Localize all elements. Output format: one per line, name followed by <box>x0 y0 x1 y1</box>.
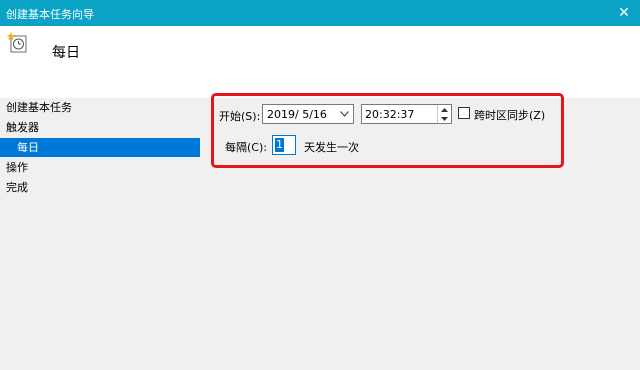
recur-interval-value: 1 <box>275 138 284 152</box>
start-time-value: 20:32:37 <box>365 108 415 121</box>
spin-up-icon[interactable] <box>438 105 451 114</box>
recur-label: 每隔(C): <box>225 141 267 154</box>
page-title: 每日 <box>52 45 80 61</box>
start-time-field[interactable]: 20:32:37 <box>361 104 452 124</box>
task-scheduler-icon <box>6 32 27 53</box>
sync-timezone-checkbox[interactable] <box>458 107 470 119</box>
spin-down-icon[interactable] <box>438 114 451 123</box>
time-spinner[interactable] <box>437 105 451 123</box>
sync-timezone-label[interactable]: 跨时区同步(Z) <box>474 107 545 123</box>
wizard-steps: 创建基本任务 触发器 每日 操作 完成 <box>0 98 200 370</box>
start-date-picker[interactable]: 2019/ 5/16 <box>262 104 354 124</box>
start-label: 开始(S): <box>219 110 261 123</box>
close-icon[interactable]: ✕ <box>608 0 640 26</box>
step-daily[interactable]: 每日 <box>0 138 200 157</box>
recur-suffix: 天发生一次 <box>304 141 359 154</box>
chevron-down-icon[interactable] <box>337 107 351 121</box>
step-action[interactable]: 操作 <box>0 158 200 177</box>
step-trigger[interactable]: 触发器 <box>0 118 200 137</box>
step-create-basic-task[interactable]: 创建基本任务 <box>0 98 200 117</box>
recur-interval-input[interactable]: 1 <box>272 135 296 155</box>
window-title: 创建基本任务向导 <box>6 8 94 21</box>
start-date-value: 2019/ 5/16 <box>267 108 327 121</box>
step-finish[interactable]: 完成 <box>0 178 200 197</box>
wizard-header: 每日 <box>0 26 640 98</box>
title-bar: 创建基本任务向导 ✕ <box>0 0 640 26</box>
